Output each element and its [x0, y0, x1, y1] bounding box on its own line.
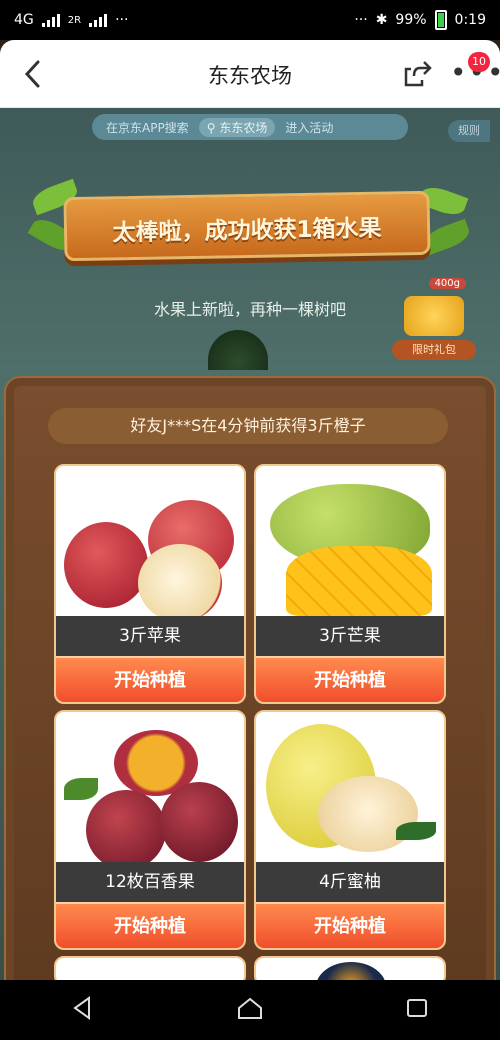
fruit-name: 3斤芒果: [256, 616, 444, 656]
start-planting-button[interactable]: 开始种植: [256, 902, 444, 948]
fruit-name: 3斤苹果: [56, 616, 244, 656]
start-planting-button[interactable]: 开始种植: [256, 656, 444, 702]
status-dots-left: ···: [115, 12, 129, 28]
battery-percent: 99%: [395, 12, 427, 28]
search-chip-label: 东东农场: [219, 120, 268, 135]
tree-sprout-icon: [208, 330, 268, 370]
farm-scene: 在京东APP搜索 ⚲ 东东农场 进入活动 规则 太棒啦，成功收获1箱水果 水果上…: [0, 108, 500, 980]
mango-image: [256, 466, 444, 616]
apple-image: [56, 466, 244, 622]
status-dots-right: ···: [354, 12, 368, 28]
fruit-name: 12枚百香果: [56, 862, 244, 902]
fruit-card-apple: 3斤苹果 开始种植: [54, 464, 246, 704]
clock: 0:19: [454, 12, 486, 28]
fruit-card-partial: [54, 956, 246, 980]
start-planting-button[interactable]: 开始种植: [56, 902, 244, 948]
fruit-card-passion-fruit: 12枚百香果 开始种植: [54, 710, 246, 950]
start-planting-button[interactable]: 开始种植: [56, 656, 244, 702]
enter-activity-label: 进入活动: [285, 120, 334, 135]
friend-notice: 好友J***S在4分钟前获得3斤橙子: [48, 408, 448, 444]
limited-gift-pack[interactable]: 400g 限时礼包: [392, 278, 476, 364]
passion-fruit-image: [56, 712, 244, 870]
fruit-card-pomelo: 4斤蜜柚 开始种植: [254, 710, 446, 950]
network-type-2: 2R: [67, 14, 82, 26]
harvest-banner-text: 太棒啦，成功收获1箱水果: [112, 215, 382, 247]
pomelo-image: [256, 712, 444, 862]
share-icon[interactable]: [402, 58, 432, 88]
signal-icon: [41, 13, 60, 27]
orange-image: [316, 962, 386, 980]
back-nav-icon[interactable]: [69, 994, 97, 1026]
recents-nav-icon[interactable]: [403, 994, 431, 1026]
search-icon: ⚲: [206, 120, 216, 135]
limited-gift-button: 限时礼包: [392, 340, 476, 360]
message-badge: 10: [468, 52, 490, 72]
battery-icon: [434, 10, 447, 30]
status-bar: 4G 2R ··· ··· ✱ 99% 0:19: [0, 0, 500, 40]
search-hint-text: 在京东APP搜索: [106, 120, 189, 135]
bluetooth-icon: ✱: [375, 12, 388, 28]
system-nav-bar: [0, 980, 500, 1040]
fruit-card-partial: [254, 956, 446, 980]
gift-icon: [404, 296, 464, 336]
nav-bar: 东东农场 ••• 10: [0, 40, 500, 108]
gift-weight-tag: 400g: [428, 278, 466, 289]
home-nav-icon[interactable]: [236, 994, 264, 1026]
fruit-name: 4斤蜜柚: [256, 862, 444, 902]
fruit-card-mango: 3斤芒果 开始种植: [254, 464, 446, 704]
signal-icon-2: [89, 13, 108, 27]
search-hint-bar: 在京东APP搜索 ⚲ 东东农场 进入活动: [92, 114, 408, 140]
network-type: 4G: [14, 12, 34, 28]
search-chip: ⚲ 东东农场: [198, 117, 276, 137]
harvest-banner: 太棒啦，成功收获1箱水果: [63, 190, 431, 262]
rules-tab[interactable]: 规则: [448, 120, 490, 142]
